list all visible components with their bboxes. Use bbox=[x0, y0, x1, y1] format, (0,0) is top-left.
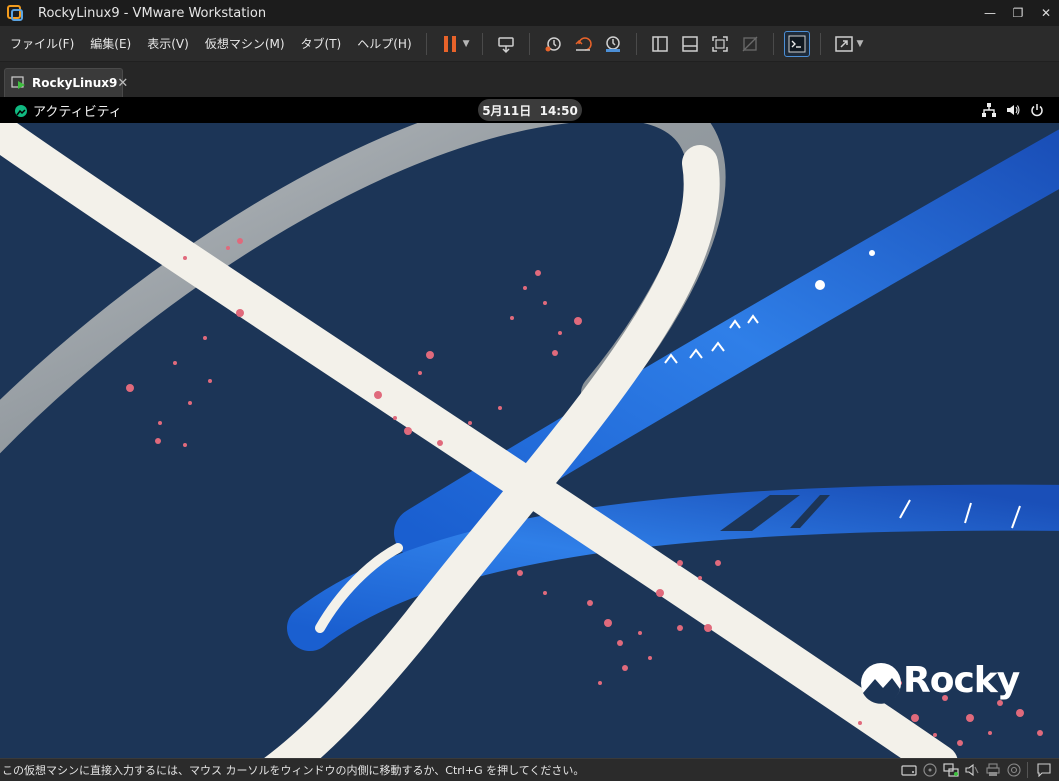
rocky-wallpaper-logo-icon bbox=[861, 663, 901, 704]
volume-icon[interactable] bbox=[1005, 102, 1021, 118]
minimize-button[interactable]: — bbox=[977, 0, 1003, 26]
send-ctrl-alt-del-icon[interactable] bbox=[493, 31, 519, 57]
toolbar-separator bbox=[819, 32, 821, 55]
menu-help[interactable]: ヘルプ(H) bbox=[351, 35, 417, 52]
full-screen-icon[interactable] bbox=[707, 31, 733, 57]
menu-tabs[interactable]: タブ(T) bbox=[295, 35, 348, 52]
title-bar: RockyLinux9 - VMware Workstation — ❐ ✕ bbox=[0, 0, 1059, 26]
window-title: RockyLinux9 - VMware Workstation bbox=[38, 5, 267, 21]
pause-icon[interactable] bbox=[437, 31, 463, 57]
restore-button[interactable]: ❐ bbox=[1005, 0, 1031, 26]
printer-icon[interactable] bbox=[984, 761, 1002, 779]
tab-label: RockyLinux9 bbox=[32, 76, 118, 90]
network-icon[interactable] bbox=[981, 102, 997, 118]
toolbar-separator bbox=[425, 32, 427, 55]
snapshot-manager-icon[interactable] bbox=[600, 31, 626, 57]
tab-close-icon[interactable]: ✕ bbox=[117, 76, 128, 91]
close-button[interactable]: ✕ bbox=[1033, 0, 1059, 26]
library-view-icon[interactable] bbox=[647, 31, 673, 57]
sound-card-icon[interactable] bbox=[963, 761, 981, 779]
device-icons bbox=[897, 761, 1053, 779]
toolbar-separator bbox=[528, 32, 530, 55]
hard-disk-icon[interactable] bbox=[900, 761, 918, 779]
console-view-icon[interactable] bbox=[783, 30, 810, 57]
system-tray[interactable] bbox=[973, 102, 1045, 118]
tab-rockylinux9[interactable]: RockyLinux9 ✕ bbox=[4, 68, 128, 97]
toolbar-separator bbox=[772, 32, 774, 55]
vm-running-icon bbox=[11, 75, 27, 91]
snapshot-icon[interactable] bbox=[540, 31, 566, 57]
message-icon[interactable] bbox=[1035, 761, 1053, 779]
menu-toolbar: ファイル(F) 編集(E) 表示(V) 仮想マシン(M) タブ(T) ヘルプ(H… bbox=[0, 26, 1059, 62]
toolbar-separator bbox=[635, 32, 637, 55]
stretch-dropdown-icon[interactable]: ▼ bbox=[857, 39, 864, 49]
menu-file[interactable]: ファイル(F) bbox=[4, 35, 80, 52]
menu-edit[interactable]: 編集(E) bbox=[84, 35, 137, 52]
clock[interactable]: 5月11日 14:50 bbox=[478, 99, 582, 121]
vm-tab-strip: RockyLinux9 ✕ bbox=[0, 62, 1059, 97]
status-bar: この仮想マシンに直接入力するには、マウス カーソルをウィンドウの内側に移動するか… bbox=[0, 758, 1059, 781]
activities-button[interactable]: アクティビティ bbox=[15, 101, 122, 120]
display-icon[interactable] bbox=[1005, 761, 1023, 779]
pause-dropdown-icon[interactable]: ▼ bbox=[463, 39, 470, 49]
status-message: この仮想マシンに直接入力するには、マウス カーソルをウィンドウの内側に移動するか… bbox=[2, 764, 585, 777]
guest-top-bar: アクティビティ 5月11日 14:50 bbox=[0, 97, 1059, 123]
power-icon[interactable] bbox=[1029, 102, 1045, 118]
menu-view[interactable]: 表示(V) bbox=[141, 35, 195, 52]
status-separator bbox=[1027, 762, 1028, 778]
rocky-logo-icon bbox=[15, 104, 27, 117]
rocky-wallpaper-logo-text: Rocky bbox=[903, 660, 1020, 701]
vmware-icon[interactable] bbox=[4, 2, 26, 24]
revert-snapshot-icon[interactable] bbox=[570, 31, 596, 57]
activities-label: アクティビティ bbox=[33, 105, 122, 120]
cd-dvd-icon[interactable] bbox=[921, 761, 939, 779]
window-controls: — ❐ ✕ bbox=[975, 0, 1059, 26]
wallpaper bbox=[0, 123, 1059, 758]
toolbar-separator bbox=[481, 32, 483, 55]
thumbnail-view-icon[interactable] bbox=[677, 31, 703, 57]
guest-desktop[interactable]: Rocky bbox=[0, 123, 1059, 758]
unity-icon[interactable] bbox=[737, 31, 763, 57]
network-adapter-icon[interactable] bbox=[942, 761, 960, 779]
menu-vm[interactable]: 仮想マシン(M) bbox=[199, 35, 291, 52]
stretch-guest-icon[interactable] bbox=[831, 31, 857, 57]
